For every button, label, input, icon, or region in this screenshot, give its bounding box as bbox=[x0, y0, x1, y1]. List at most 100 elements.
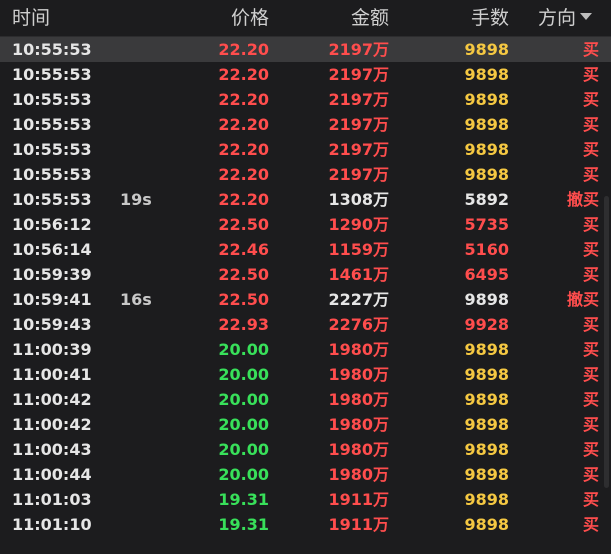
trade-amount: 2197万 bbox=[328, 65, 389, 84]
trade-direction: 买 bbox=[582, 465, 599, 484]
trade-volume: 9898 bbox=[464, 340, 509, 359]
trade-time: 10:56:12 bbox=[12, 215, 92, 234]
trade-price: 22.20 bbox=[218, 90, 269, 109]
trade-amount: 1980万 bbox=[328, 365, 389, 384]
trade-time: 10:55:53 bbox=[12, 40, 92, 59]
trade-price: 22.20 bbox=[218, 140, 269, 159]
header-amount: 金额 bbox=[350, 7, 389, 29]
trade-direction: 买 bbox=[582, 115, 599, 134]
table-row[interactable]: 11:00:39 20.00 1980万 9898 买 bbox=[0, 337, 611, 362]
trade-amount: 2227万 bbox=[328, 290, 389, 309]
trade-volume: 9928 bbox=[464, 315, 509, 334]
trade-price: 22.20 bbox=[218, 40, 269, 59]
trade-price: 22.50 bbox=[218, 265, 269, 284]
trade-amount: 1911万 bbox=[328, 490, 389, 509]
table-row[interactable]: 10:59:43 22.93 2276万 9928 买 bbox=[0, 312, 611, 337]
trade-time: 10:55:53 bbox=[12, 115, 92, 134]
trade-direction: 买 bbox=[582, 365, 599, 384]
trade-list: 10:55:53 22.20 2197万 9898 买 10:55:53 22.20 2197… bbox=[0, 37, 611, 537]
table-row[interactable]: 11:01:03 19.31 1911万 9898 买 bbox=[0, 487, 611, 512]
trade-direction: 买 bbox=[582, 140, 599, 159]
trade-direction: 买 bbox=[582, 440, 599, 459]
trade-direction: 买 bbox=[582, 240, 599, 259]
trade-volume: 9898 bbox=[464, 165, 509, 184]
scrollbar[interactable] bbox=[604, 196, 609, 488]
table-row[interactable]: 10:55:53 22.20 2197万 9898 买 bbox=[0, 37, 611, 62]
trade-amount: 2197万 bbox=[328, 140, 389, 159]
trade-time: 11:01:03 bbox=[12, 490, 92, 509]
table-row[interactable]: 10:55:53 19s 22.20 1308万 5892 撤买 bbox=[0, 187, 611, 212]
trade-time: 10:55:53 bbox=[12, 190, 92, 209]
trade-amount: 2197万 bbox=[328, 115, 389, 134]
trade-amount: 1980万 bbox=[328, 390, 389, 409]
trade-price: 20.00 bbox=[218, 415, 269, 434]
trade-direction: 买 bbox=[582, 340, 599, 359]
table-row[interactable]: 10:55:53 22.20 2197万 9898 买 bbox=[0, 162, 611, 187]
trade-volume: 5160 bbox=[464, 240, 509, 259]
trade-time: 11:00:43 bbox=[12, 440, 92, 459]
trade-volume: 9898 bbox=[464, 415, 509, 434]
trade-time: 10:55:53 bbox=[12, 65, 92, 84]
trade-volume: 9898 bbox=[464, 440, 509, 459]
trade-volume: 6495 bbox=[464, 265, 509, 284]
trade-direction: 买 bbox=[582, 265, 599, 284]
trade-time: 11:00:41 bbox=[12, 365, 92, 384]
trade-price: 20.00 bbox=[218, 440, 269, 459]
trade-direction: 撤买 bbox=[566, 190, 599, 209]
trade-direction: 买 bbox=[582, 390, 599, 409]
trade-time: 10:55:53 bbox=[12, 140, 92, 159]
header-direction-label: 方向 bbox=[538, 7, 577, 29]
table-row[interactable]: 11:00:41 20.00 1980万 9898 买 bbox=[0, 362, 611, 387]
table-row[interactable]: 11:00:42 20.00 1980万 9898 买 bbox=[0, 387, 611, 412]
trade-direction: 买 bbox=[582, 490, 599, 509]
table-row[interactable]: 11:00:44 20.00 1980万 9898 买 bbox=[0, 462, 611, 487]
table-row[interactable]: 10:59:41 16s 22.50 2227万 9898 撤买 bbox=[0, 287, 611, 312]
table-row[interactable]: 10:56:14 22.46 1159万 5160 买 bbox=[0, 237, 611, 262]
trade-direction: 买 bbox=[582, 215, 599, 234]
table-row[interactable]: 10:55:53 22.20 2197万 9898 买 bbox=[0, 62, 611, 87]
trade-amount: 1308万 bbox=[328, 190, 389, 209]
trade-amount: 1980万 bbox=[328, 340, 389, 359]
trade-price: 19.31 bbox=[218, 490, 269, 509]
trade-direction: 买 bbox=[582, 415, 599, 434]
header-time: 时间 bbox=[12, 7, 51, 29]
trade-price: 22.20 bbox=[218, 115, 269, 134]
trade-volume: 9898 bbox=[464, 490, 509, 509]
trade-price: 22.93 bbox=[218, 315, 269, 334]
trade-time: 11:00:39 bbox=[12, 340, 92, 359]
table-row[interactable]: 10:56:12 22.50 1290万 5735 买 bbox=[0, 212, 611, 237]
trade-duration-tag: 16s bbox=[120, 290, 152, 309]
trade-price: 20.00 bbox=[218, 365, 269, 384]
trade-direction: 买 bbox=[582, 65, 599, 84]
trade-price: 19.31 bbox=[218, 515, 269, 534]
table-row[interactable]: 10:55:53 22.20 2197万 9898 买 bbox=[0, 137, 611, 162]
trade-volume: 9898 bbox=[464, 365, 509, 384]
trade-amount: 1461万 bbox=[328, 265, 389, 284]
trade-time: 10:55:53 bbox=[12, 165, 92, 184]
table-row[interactable]: 11:00:42 20.00 1980万 9898 买 bbox=[0, 412, 611, 437]
trade-volume: 9898 bbox=[464, 140, 509, 159]
trade-volume: 9898 bbox=[464, 115, 509, 134]
chevron-down-icon[interactable] bbox=[580, 13, 593, 20]
trade-direction: 买 bbox=[582, 515, 599, 534]
trade-price: 22.50 bbox=[218, 290, 269, 309]
trade-volume: 9898 bbox=[464, 90, 509, 109]
header-direction-sort[interactable]: 方向 bbox=[538, 6, 593, 30]
trade-volume: 9898 bbox=[464, 65, 509, 84]
table-row[interactable]: 11:00:43 20.00 1980万 9898 买 bbox=[0, 437, 611, 462]
trade-amount: 2276万 bbox=[328, 315, 389, 334]
trade-direction: 买 bbox=[582, 315, 599, 334]
trade-amount: 1290万 bbox=[328, 215, 389, 234]
trade-amount: 1980万 bbox=[328, 415, 389, 434]
trade-amount: 2197万 bbox=[328, 165, 389, 184]
table-row[interactable]: 10:59:39 22.50 1461万 6495 买 bbox=[0, 262, 611, 287]
trade-amount: 1980万 bbox=[328, 440, 389, 459]
table-row[interactable]: 10:55:53 22.20 2197万 9898 买 bbox=[0, 112, 611, 137]
trade-volume: 9898 bbox=[464, 290, 509, 309]
table-row[interactable]: 11:01:10 19.31 1911万 9898 买 bbox=[0, 512, 611, 537]
table-row[interactable]: 10:55:53 22.20 2197万 9898 买 bbox=[0, 87, 611, 112]
trade-time: 11:01:10 bbox=[12, 515, 92, 534]
trade-amount: 1980万 bbox=[328, 465, 389, 484]
table-header: 时间 价格 金额 手数 方向 bbox=[0, 0, 611, 37]
trade-price: 20.00 bbox=[218, 340, 269, 359]
